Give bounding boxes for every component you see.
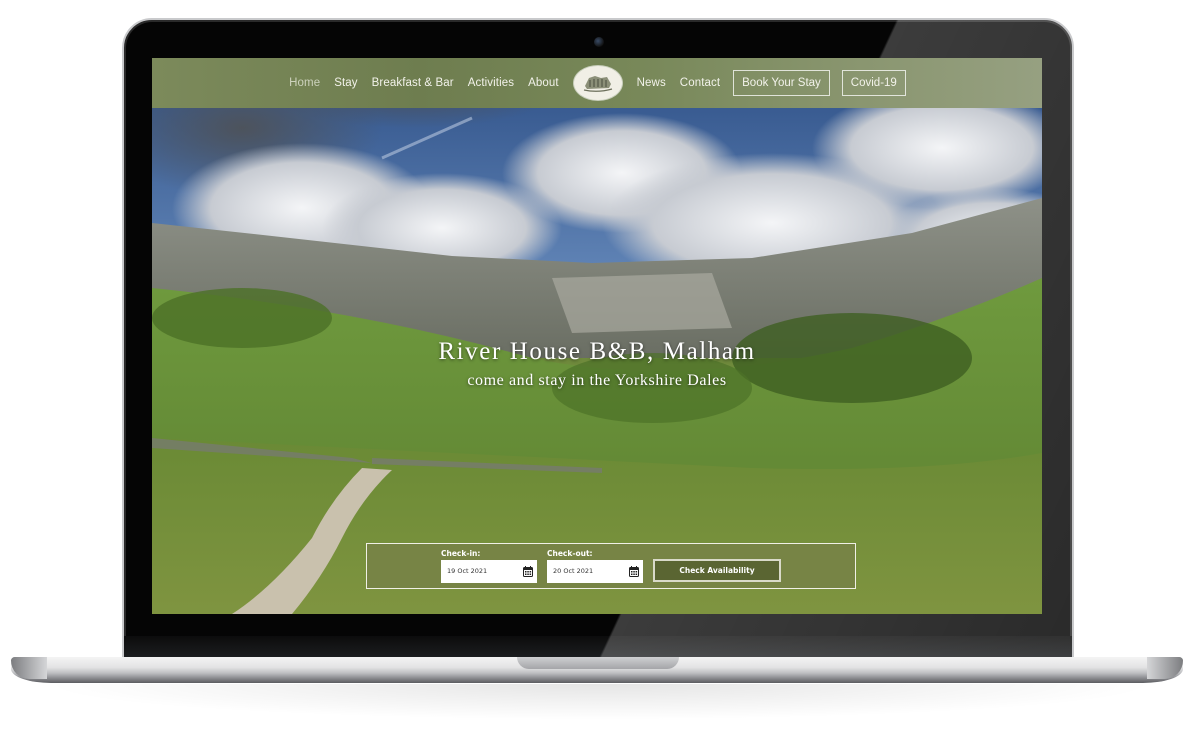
covid-19-button[interactable]: Covid-19: [841, 70, 906, 96]
laptop-notch: [517, 657, 679, 669]
website-screen: Home Stay Breakfast & Bar Activities Abo…: [152, 58, 1042, 614]
checkout-input[interactable]: 20 Oct 2021: [547, 560, 643, 583]
hero-image: [152, 58, 1042, 614]
nav-breakfast-bar[interactable]: Breakfast & Bar: [372, 77, 454, 89]
camera-icon: [594, 37, 604, 47]
nav-contact[interactable]: Contact: [680, 77, 720, 89]
check-availability-button[interactable]: Check Availability: [653, 559, 781, 582]
hero-subtitle: come and stay in the Yorkshire Dales: [467, 372, 727, 389]
nav-home[interactable]: Home: [289, 77, 320, 89]
checkout-value: 20 Oct 2021: [553, 567, 594, 575]
hero-title: River House B&B, Malham: [438, 338, 756, 365]
laptop-shadow: [40, 684, 1160, 720]
book-your-stay-button[interactable]: Book Your Stay: [733, 70, 830, 96]
calendar-icon[interactable]: [629, 566, 639, 577]
nav-about[interactable]: About: [528, 77, 559, 89]
checkin-label: Check-in:: [441, 549, 481, 558]
house-logo-icon: [583, 76, 612, 92]
top-navigation: Home Stay Breakfast & Bar Activities Abo…: [152, 58, 1042, 108]
checkin-input[interactable]: 19 Oct 2021: [441, 560, 537, 583]
laptop-chin: [124, 636, 1072, 658]
checkin-value: 19 Oct 2021: [447, 567, 488, 575]
site-logo[interactable]: [573, 66, 622, 100]
checkout-label: Check-out:: [547, 549, 593, 558]
checkin-field: Check-in: 19 Oct 2021: [441, 549, 537, 583]
nav-stay[interactable]: Stay: [334, 77, 357, 89]
checkout-field: Check-out: 20 Oct 2021: [547, 549, 643, 583]
booking-form: Check-in: 19 Oct 2021 Check-out: 20 Oct …: [366, 543, 856, 589]
nav-news[interactable]: News: [637, 77, 666, 89]
calendar-icon[interactable]: [523, 566, 533, 577]
nav-activities[interactable]: Activities: [468, 77, 514, 89]
